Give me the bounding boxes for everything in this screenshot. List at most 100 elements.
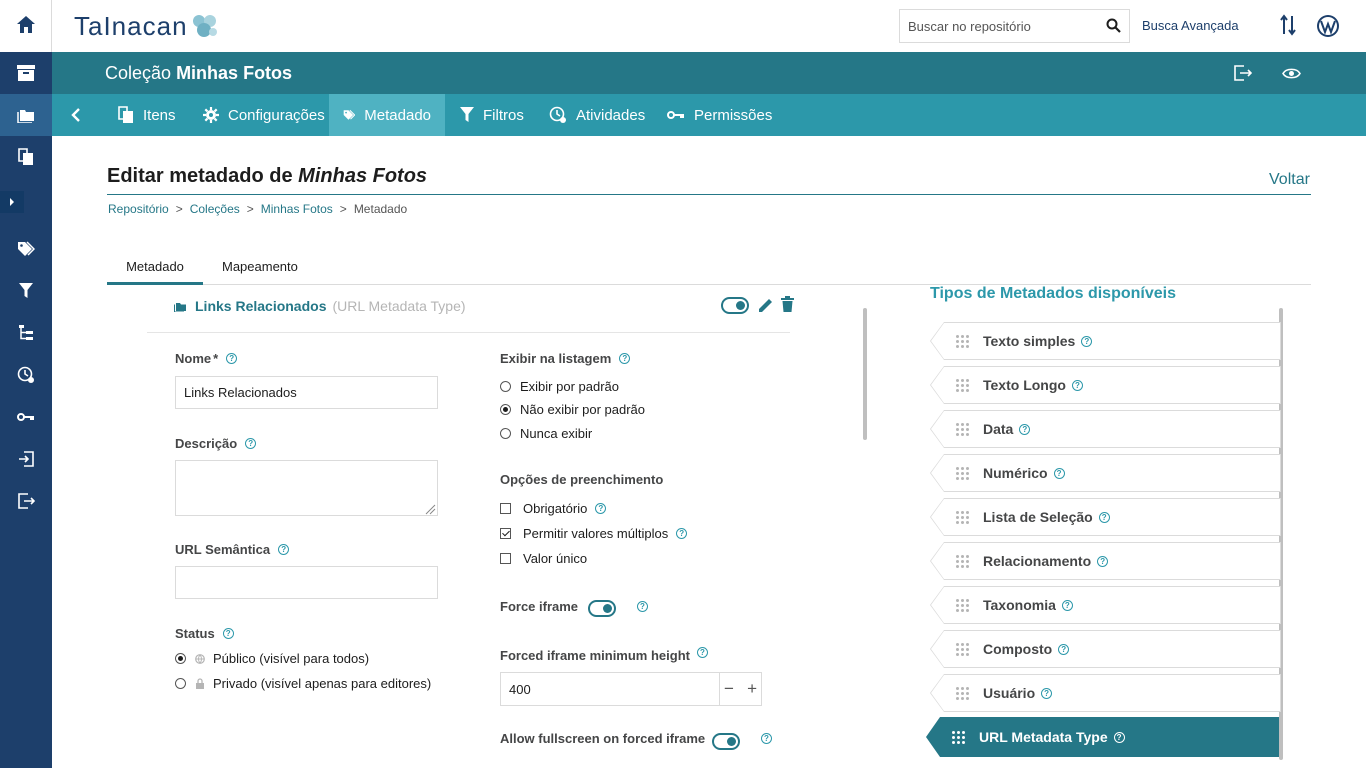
- edit-icon[interactable]: [757, 296, 775, 314]
- type-numerico[interactable]: Numérico?: [930, 454, 1281, 492]
- resize-handle-icon[interactable]: [424, 503, 436, 515]
- radio-circle[interactable]: [500, 381, 511, 392]
- sidebar-permissions[interactable]: [0, 396, 52, 438]
- breadcrumb-collections[interactable]: Coleções: [190, 202, 240, 216]
- drag-handle-icon[interactable]: [956, 466, 969, 480]
- help-icon[interactable]: ?: [222, 628, 234, 639]
- sort-arrows-icon[interactable]: [1280, 14, 1296, 36]
- checkbox-box[interactable]: [500, 528, 511, 539]
- type-relacionamento[interactable]: Relacionamento?: [930, 542, 1281, 580]
- breadcrumb-repository[interactable]: Repositório: [108, 202, 169, 216]
- sidebar-repository[interactable]: [0, 52, 52, 94]
- chevron-left-icon[interactable]: [66, 105, 86, 125]
- increment-button[interactable]: +: [747, 679, 757, 699]
- form-scrollbar[interactable]: [863, 308, 867, 440]
- drag-handle-icon[interactable]: [956, 422, 969, 436]
- help-icon[interactable]: ?: [1019, 423, 1031, 435]
- help-icon[interactable]: ?: [1053, 467, 1065, 479]
- help-icon[interactable]: ?: [278, 544, 290, 555]
- display-never-radio[interactable]: Nunca exibir: [500, 426, 592, 441]
- multiple-values-checkbox[interactable]: Permitir valores múltiplos?: [500, 526, 688, 541]
- radio-circle[interactable]: [175, 653, 186, 664]
- radio-circle[interactable]: [500, 428, 511, 439]
- checkbox-box[interactable]: [500, 503, 511, 514]
- help-icon[interactable]: ?: [637, 601, 648, 612]
- type-composto[interactable]: Composto?: [930, 630, 1281, 668]
- force-iframe-toggle[interactable]: [588, 600, 616, 617]
- status-private-radio[interactable]: Privado (visível apenas para editores): [175, 676, 431, 691]
- min-height-input[interactable]: 400: [500, 672, 720, 706]
- home-button[interactable]: [0, 0, 52, 52]
- decrement-button[interactable]: −: [724, 679, 734, 699]
- drag-handle-icon[interactable]: [956, 378, 969, 392]
- wordpress-icon[interactable]: [1316, 14, 1340, 38]
- sidebar-import[interactable]: [0, 438, 52, 480]
- sidebar-taxonomies[interactable]: [0, 312, 52, 354]
- tab-filtros[interactable]: Filtros: [446, 94, 538, 136]
- type-data[interactable]: Data?: [930, 410, 1281, 448]
- tab-permissoes[interactable]: Permissões: [653, 94, 786, 136]
- sidebar-metadata[interactable]: [0, 228, 52, 270]
- sidebar-export[interactable]: [0, 480, 52, 522]
- help-icon[interactable]: ?: [1113, 731, 1125, 743]
- radio-circle[interactable]: [175, 678, 186, 689]
- drag-handle-icon[interactable]: [952, 730, 965, 744]
- drag-handle-icon[interactable]: [956, 642, 969, 656]
- help-icon[interactable]: ?: [1097, 555, 1109, 567]
- drag-handle-icon[interactable]: [956, 334, 969, 348]
- drag-handle-icon[interactable]: [956, 510, 969, 524]
- type-texto-simples[interactable]: Texto simples?: [930, 322, 1281, 360]
- tab-atividades[interactable]: Atividades: [535, 94, 659, 136]
- type-lista-de-selecao[interactable]: Lista de Seleção?: [930, 498, 1281, 536]
- radio-circle[interactable]: [500, 404, 511, 415]
- advanced-search-link[interactable]: Busca Avançada: [1142, 18, 1239, 33]
- checkbox-box[interactable]: [500, 553, 511, 564]
- status-public-radio[interactable]: Público (visível para todos): [175, 651, 369, 666]
- help-icon[interactable]: ?: [619, 353, 631, 364]
- sidebar-expand-button[interactable]: [0, 191, 24, 213]
- unique-value-checkbox[interactable]: Valor único: [500, 551, 587, 566]
- display-default-radio[interactable]: Exibir por padrão: [500, 379, 619, 394]
- tab-metadado[interactable]: Metadado: [329, 94, 445, 136]
- drag-handle-icon[interactable]: [956, 598, 969, 612]
- sidebar-filters[interactable]: [0, 270, 52, 312]
- semantic-url-input[interactable]: [175, 566, 438, 599]
- help-icon[interactable]: ?: [1041, 687, 1053, 699]
- back-link[interactable]: Voltar: [1269, 171, 1310, 189]
- description-textarea[interactable]: [175, 460, 438, 516]
- tab-configuracoes[interactable]: Configurações: [189, 94, 339, 136]
- type-taxonomia[interactable]: Taxonomia?: [930, 586, 1281, 624]
- help-icon[interactable]: ?: [595, 503, 607, 514]
- type-usuario[interactable]: Usuário?: [930, 674, 1281, 712]
- sidebar-collections[interactable]: [0, 94, 52, 136]
- required-checkbox[interactable]: Obrigatório?: [500, 501, 607, 516]
- help-icon[interactable]: ?: [1081, 335, 1093, 347]
- display-not-default-radio[interactable]: Não exibir por padrão: [500, 402, 645, 417]
- type-url-metadata-type[interactable]: URL Metadata Type?: [926, 717, 1279, 757]
- help-icon[interactable]: ?: [1098, 511, 1110, 523]
- view-icon[interactable]: [1282, 67, 1301, 80]
- help-icon[interactable]: ?: [676, 528, 688, 539]
- fullscreen-toggle[interactable]: [712, 733, 740, 750]
- subtab-mapeamento[interactable]: Mapeamento: [222, 250, 298, 285]
- tab-itens[interactable]: Itens: [104, 94, 190, 136]
- help-icon[interactable]: ?: [1071, 379, 1083, 391]
- subtab-metadado[interactable]: Metadado: [107, 250, 203, 285]
- tainacan-logo[interactable]: TaInacan: [74, 10, 219, 42]
- help-icon[interactable]: ?: [1058, 643, 1070, 655]
- exit-icon[interactable]: [1234, 65, 1252, 81]
- search-input[interactable]: Buscar no repositório: [899, 9, 1130, 43]
- sidebar-items[interactable]: [0, 136, 52, 178]
- drag-handle-icon[interactable]: [956, 686, 969, 700]
- sidebar-activities[interactable]: [0, 354, 52, 396]
- type-texto-longo[interactable]: Texto Longo?: [930, 366, 1281, 404]
- search-icon[interactable]: [1106, 18, 1121, 33]
- help-icon[interactable]: ?: [696, 647, 708, 658]
- drag-handle-icon[interactable]: [956, 554, 969, 568]
- trash-icon[interactable]: [781, 296, 794, 312]
- help-icon[interactable]: ?: [1061, 599, 1073, 611]
- help-icon[interactable]: ?: [245, 438, 257, 449]
- breadcrumb-collection[interactable]: Minhas Fotos: [261, 202, 333, 216]
- help-icon[interactable]: ?: [761, 733, 772, 744]
- help-icon[interactable]: ?: [226, 353, 238, 364]
